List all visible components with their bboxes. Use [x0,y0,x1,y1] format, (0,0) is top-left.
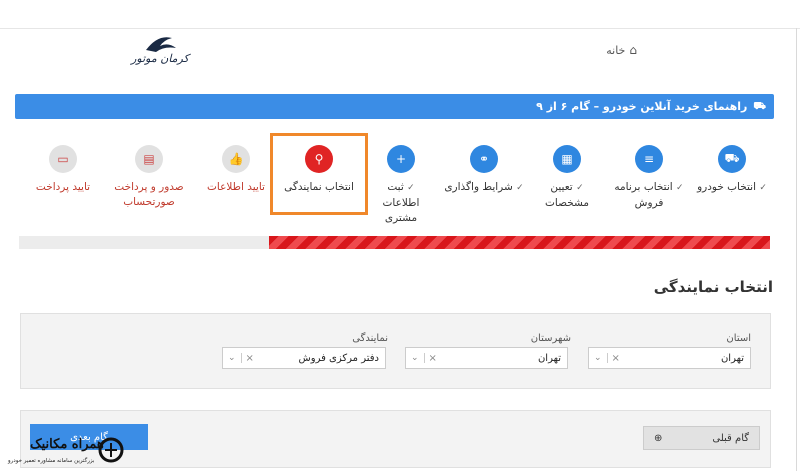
step-label: انتخاب خودرو [697,181,757,193]
watermark-subtitle: بزرگترین سامانه مشاوره تعمیر خودرو [8,458,95,464]
step-customer-info[interactable]: + ✓ ثبت اطلاعات مشتری [361,145,441,226]
car-icon: ⛟ [718,145,746,173]
step-sales-plan[interactable]: ≡ ✓ انتخاب برنامه فروش [609,145,689,211]
previous-step-button[interactable]: گام قبلی ⊕ [643,426,760,450]
step-select-car[interactable]: ⛟ ✓ انتخاب خودرو [692,145,772,196]
home-label: خانه [606,43,626,57]
handshake-icon: ⚭ [470,145,498,173]
step-specifications[interactable]: ▦ ✓ تعیین مشخصات [527,145,607,211]
guide-bar: ⛟ راهنمای خرید آنلاین خودرو – گام ۶ از ۹ [15,94,774,119]
active-step-highlight [270,133,368,215]
page-right-border [796,28,797,471]
logo-text: کرمان موتور [131,52,189,65]
clear-icon[interactable]: × [425,353,441,364]
brand-logo[interactable]: کرمان موتور [128,32,192,72]
section-title: انتخاب نمایندگی [653,278,773,296]
agency-value: دفتر مرکزی فروش [298,352,379,364]
calculator-icon: ▦ [553,145,581,173]
chevron-down-icon[interactable]: ⌄ [589,353,608,363]
previous-step-label: گام قبلی [712,432,749,444]
guide-title-text: راهنمای خرید آنلاین خودرو – گام ۶ از ۹ [536,100,748,113]
agency-select[interactable]: دفتر مرکزی فروش × ⌄ [222,347,386,369]
progress-fill [269,236,770,249]
watermark-title: همراه مکانیک [30,437,104,452]
city-value: تهران [537,352,561,364]
thumbs-up-icon: 👍 [222,145,250,173]
province-select[interactable]: تهران × ⌄ [588,347,751,369]
step-label: صدور و پرداخت صورتحساب [114,181,184,208]
clear-icon[interactable]: × [608,353,624,364]
arrow-circle-right-icon: ⊕ [654,432,663,444]
user-plus-icon: + [387,145,415,173]
step-confirm-payment[interactable]: ▭ تایید پرداخت [23,145,103,195]
step-confirm-info[interactable]: 👍 تایید اطلاعات [196,145,276,195]
province-label: استان [726,333,751,344]
progress-bar [19,236,770,249]
city-label: شهرستان [530,333,571,344]
step-label: انتخاب برنامه فروش [614,181,673,209]
province-value: تهران [720,352,744,364]
chevron-down-icon[interactable]: ⌄ [223,353,242,363]
guide-bar-title: ⛟ راهنمای خرید آنلاین خودرو – گام ۶ از ۹ [536,94,766,119]
step-invoice[interactable]: ▤ صدور و پرداخت صورتحساب [109,145,189,210]
step-label: تایید پرداخت [35,181,91,193]
invoice-icon: ▤ [135,145,163,173]
step-label: تایید اطلاعات [207,181,265,193]
header-divider [0,28,800,29]
filter-panel: استان تهران × ⌄ شهرستان تهران × ⌄ نمایند… [20,313,771,389]
credit-card-icon: ▭ [49,145,77,173]
chevron-down-icon[interactable]: ⌄ [406,353,425,363]
clear-icon[interactable]: × [242,353,258,364]
car-icon: ⛟ [753,101,766,112]
watermark: همراه مکانیک بزرگترین سامانه مشاوره تعمی… [0,433,135,471]
home-icon: ⌂ [629,43,637,57]
step-transfer-terms[interactable]: ⚭ ✓ شرایط واگذاری [444,145,524,196]
list-icon: ≡ [635,145,663,173]
city-select[interactable]: تهران × ⌄ [405,347,568,369]
agency-label: نمایندگی [352,333,388,344]
home-link[interactable]: ⌂ خانه [606,43,637,57]
step-label: شرایط واگذاری [444,181,513,193]
